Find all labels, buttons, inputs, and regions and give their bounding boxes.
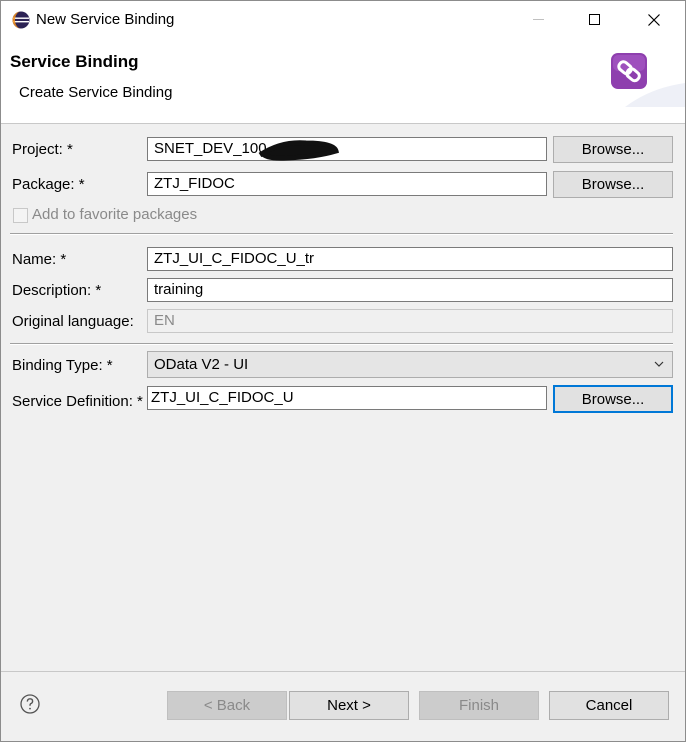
maximize-icon bbox=[589, 14, 600, 25]
service-binding-icon bbox=[611, 53, 685, 107]
separator bbox=[10, 233, 673, 235]
favorite-checkbox[interactable] bbox=[13, 208, 28, 223]
service-definition-field[interactable]: ZTJ_UI_C_FIDOC_U bbox=[147, 386, 547, 410]
close-icon bbox=[648, 14, 660, 26]
page-title: Service Binding bbox=[10, 52, 139, 71]
wizard-header: Service Binding Create Service Binding bbox=[1, 39, 685, 124]
project-browse-button[interactable]: Browse... bbox=[553, 136, 673, 163]
redaction-scribble bbox=[258, 140, 340, 161]
finish-button[interactable]: Finish bbox=[419, 691, 539, 720]
original-language-field: EN bbox=[147, 309, 673, 333]
dialog-window: New Service Binding Service Binding Crea… bbox=[0, 0, 686, 742]
package-field[interactable]: ZTJ_FIDOC bbox=[147, 172, 547, 196]
original-language-label: Original language: bbox=[12, 313, 134, 330]
minimize-icon bbox=[533, 19, 544, 20]
back-button[interactable]: < Back bbox=[167, 691, 287, 720]
footer-separator bbox=[1, 671, 685, 672]
close-button[interactable] bbox=[631, 1, 677, 39]
service-definition-browse-button[interactable]: Browse... bbox=[553, 385, 673, 413]
next-button[interactable]: Next > bbox=[289, 691, 409, 720]
minimize-button[interactable] bbox=[516, 1, 562, 39]
title-bar: New Service Binding bbox=[1, 1, 685, 39]
binding-type-select[interactable]: OData V2 - UI bbox=[147, 351, 673, 378]
name-field[interactable]: ZTJ_UI_C_FIDOC_U_tr bbox=[147, 247, 673, 271]
cancel-button[interactable]: Cancel bbox=[549, 691, 669, 720]
package-browse-button[interactable]: Browse... bbox=[553, 171, 673, 198]
maximize-button[interactable] bbox=[572, 1, 618, 39]
name-label: Name: * bbox=[12, 251, 67, 268]
binding-type-label: Binding Type: * bbox=[12, 357, 113, 374]
project-label: Project: * bbox=[12, 141, 73, 158]
description-label: Description: * bbox=[12, 282, 102, 299]
help-icon[interactable] bbox=[20, 694, 40, 714]
eclipse-icon bbox=[12, 11, 30, 29]
window-title: New Service Binding bbox=[36, 11, 175, 28]
page-subtitle: Create Service Binding bbox=[19, 84, 173, 101]
package-label: Package: * bbox=[12, 176, 85, 193]
separator bbox=[10, 343, 673, 345]
binding-type-value: OData V2 - UI bbox=[154, 356, 249, 373]
favorite-label: Add to favorite packages bbox=[32, 206, 198, 223]
project-field[interactable]: SNET_DEV_100_ bbox=[147, 137, 547, 161]
chevron-down-icon bbox=[654, 361, 664, 367]
service-definition-label: Service Definition: * bbox=[12, 393, 143, 410]
description-field[interactable]: training bbox=[147, 278, 673, 302]
